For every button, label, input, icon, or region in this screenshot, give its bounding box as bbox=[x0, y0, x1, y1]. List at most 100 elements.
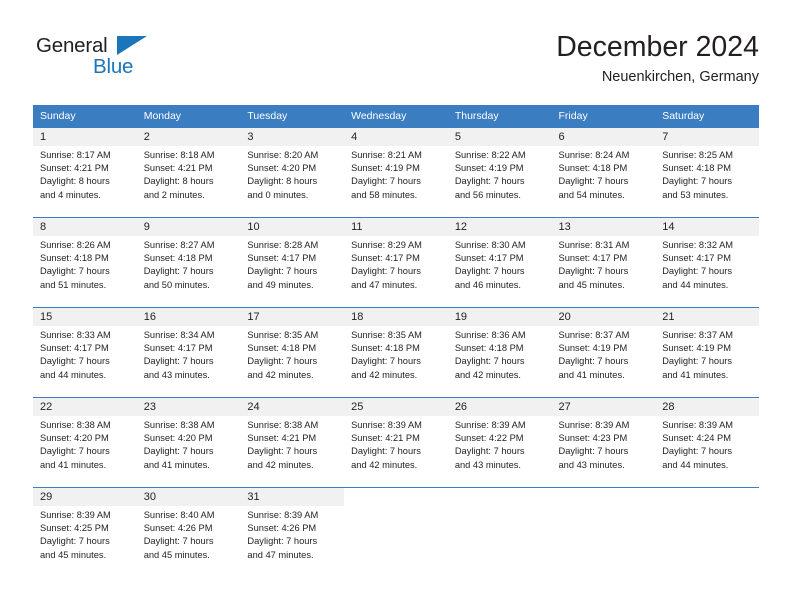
day-number: 25 bbox=[344, 398, 448, 416]
page-subtitle: Neuenkirchen, Germany bbox=[601, 69, 759, 85]
daylight-text-line2: and 0 minutes. bbox=[247, 189, 309, 200]
sunset-text: Sunset: 4:17 PM bbox=[558, 253, 628, 264]
calendar-week-row: 1 Sunrise: 8:17 AM Sunset: 4:21 PM Dayli… bbox=[33, 127, 759, 217]
daylight-text-line1: Daylight: 7 hours bbox=[558, 356, 629, 367]
calendar-day-cell-empty bbox=[655, 487, 759, 577]
calendar-day-cell[interactable]: 28 Sunrise: 8:39 AM Sunset: 4:24 PM Dayl… bbox=[655, 397, 759, 487]
sunrise-text: Sunrise: 8:26 AM bbox=[40, 240, 111, 250]
day-details: Sunrise: 8:31 AM Sunset: 4:17 PM Dayligh… bbox=[559, 236, 649, 292]
day-number: 17 bbox=[240, 308, 345, 326]
calendar-day-cell[interactable]: 26 Sunrise: 8:39 AM Sunset: 4:22 PM Dayl… bbox=[447, 397, 552, 487]
daylight-text-line1: Daylight: 7 hours bbox=[143, 446, 214, 457]
daylight-text-line1: Daylight: 7 hours bbox=[40, 536, 110, 547]
calendar-day-cell[interactable]: 18 Sunrise: 8:35 AM Sunset: 4:18 PM Dayl… bbox=[344, 307, 448, 397]
day-details: Sunrise: 8:25 AM Sunset: 4:18 PM Dayligh… bbox=[662, 146, 752, 202]
day-number: 14 bbox=[655, 218, 759, 236]
calendar-day-cell[interactable]: 31 Sunrise: 8:39 AM Sunset: 4:26 PM Dayl… bbox=[240, 487, 345, 577]
sunset-text: Sunset: 4:21 PM bbox=[40, 163, 109, 174]
sunset-text: Sunset: 4:23 PM bbox=[558, 433, 628, 444]
calendar-day-cell[interactable]: 3 Sunrise: 8:20 AM Sunset: 4:20 PM Dayli… bbox=[240, 127, 345, 217]
sunrise-text: Sunrise: 8:28 AM bbox=[247, 240, 319, 250]
calendar-day-cell[interactable]: 2 Sunrise: 8:18 AM Sunset: 4:21 PM Dayli… bbox=[136, 127, 241, 217]
weekday-header-friday: Friday bbox=[551, 105, 656, 127]
daylight-text-line1: Daylight: 7 hours bbox=[662, 266, 732, 277]
day-details: Sunrise: 8:35 AM Sunset: 4:18 PM Dayligh… bbox=[247, 326, 337, 382]
calendar-day-cell[interactable]: 30 Sunrise: 8:40 AM Sunset: 4:26 PM Dayl… bbox=[136, 487, 241, 577]
calendar-week-row: 29 Sunrise: 8:39 AM Sunset: 4:25 PM Dayl… bbox=[33, 487, 759, 577]
sunset-text: Sunset: 4:22 PM bbox=[454, 433, 524, 444]
calendar-week-row: 22 Sunrise: 8:38 AM Sunset: 4:20 PM Dayl… bbox=[33, 397, 759, 487]
calendar-day-cell[interactable]: 4 Sunrise: 8:21 AM Sunset: 4:19 PM Dayli… bbox=[344, 127, 448, 217]
day-details: Sunrise: 8:21 AM Sunset: 4:19 PM Dayligh… bbox=[351, 146, 441, 202]
calendar-day-cell[interactable]: 15 Sunrise: 8:33 AM Sunset: 4:17 PM Dayl… bbox=[33, 307, 137, 397]
calendar-day-cell[interactable]: 11 Sunrise: 8:29 AM Sunset: 4:17 PM Dayl… bbox=[344, 217, 448, 307]
calendar-day-cell[interactable]: 21 Sunrise: 8:37 AM Sunset: 4:19 PM Dayl… bbox=[655, 307, 759, 397]
sunrise-text: Sunrise: 8:39 AM bbox=[40, 510, 111, 520]
calendar-day-cell[interactable]: 24 Sunrise: 8:38 AM Sunset: 4:21 PM Dayl… bbox=[240, 397, 345, 487]
day-number: 19 bbox=[447, 308, 552, 326]
calendar-day-cell[interactable]: 6 Sunrise: 8:24 AM Sunset: 4:18 PM Dayli… bbox=[551, 127, 656, 217]
daylight-text-line2: and 2 minutes. bbox=[143, 189, 205, 200]
day-details: Sunrise: 8:36 AM Sunset: 4:18 PM Dayligh… bbox=[455, 326, 545, 382]
calendar-day-cell-empty bbox=[551, 487, 656, 577]
calendar-day-cell[interactable]: 14 Sunrise: 8:32 AM Sunset: 4:17 PM Dayl… bbox=[655, 217, 759, 307]
calendar-day-cell[interactable]: 19 Sunrise: 8:36 AM Sunset: 4:18 PM Dayl… bbox=[447, 307, 552, 397]
day-number: 22 bbox=[33, 398, 137, 416]
day-details: Sunrise: 8:26 AM Sunset: 4:18 PM Dayligh… bbox=[40, 236, 130, 292]
daylight-text-line1: Daylight: 7 hours bbox=[454, 266, 525, 277]
sunset-text: Sunset: 4:19 PM bbox=[662, 343, 731, 354]
sunrise-text: Sunrise: 8:25 AM bbox=[662, 150, 734, 160]
day-number: 6 bbox=[551, 128, 656, 146]
sunset-text: Sunset: 4:21 PM bbox=[351, 433, 420, 444]
day-number: 12 bbox=[447, 218, 552, 236]
daylight-text-line2: and 50 minutes. bbox=[143, 279, 210, 290]
sunset-text: Sunset: 4:25 PM bbox=[40, 523, 109, 534]
calendar-day-cell[interactable]: 25 Sunrise: 8:39 AM Sunset: 4:21 PM Dayl… bbox=[344, 397, 448, 487]
sunrise-text: Sunrise: 8:38 AM bbox=[40, 420, 111, 430]
sunset-text: Sunset: 4:18 PM bbox=[662, 163, 731, 174]
day-number: 13 bbox=[551, 218, 656, 236]
daylight-text-line1: Daylight: 7 hours bbox=[351, 356, 421, 367]
daylight-text-line1: Daylight: 7 hours bbox=[662, 446, 732, 457]
daylight-text-line2: and 42 minutes. bbox=[351, 459, 418, 470]
sunset-text: Sunset: 4:20 PM bbox=[143, 433, 213, 444]
sunrise-text: Sunrise: 8:35 AM bbox=[247, 330, 319, 340]
calendar-day-cell[interactable]: 7 Sunrise: 8:25 AM Sunset: 4:18 PM Dayli… bbox=[655, 127, 759, 217]
daylight-text-line2: and 49 minutes. bbox=[247, 279, 314, 290]
calendar-day-cell[interactable]: 12 Sunrise: 8:30 AM Sunset: 4:17 PM Dayl… bbox=[447, 217, 552, 307]
day-number: 21 bbox=[655, 308, 759, 326]
calendar-day-cell[interactable]: 10 Sunrise: 8:28 AM Sunset: 4:17 PM Dayl… bbox=[240, 217, 345, 307]
daylight-text-line2: and 41 minutes. bbox=[558, 369, 625, 380]
day-number: 8 bbox=[33, 218, 137, 236]
calendar-day-cell[interactable]: 5 Sunrise: 8:22 AM Sunset: 4:19 PM Dayli… bbox=[447, 127, 552, 217]
daylight-text-line1: Daylight: 7 hours bbox=[351, 176, 421, 187]
daylight-text-line2: and 42 minutes. bbox=[247, 369, 314, 380]
daylight-text-line1: Daylight: 7 hours bbox=[143, 266, 214, 277]
calendar-header-row: Sunday Monday Tuesday Wednesday Thursday… bbox=[33, 105, 759, 127]
calendar-day-cell[interactable]: 1 Sunrise: 8:17 AM Sunset: 4:21 PM Dayli… bbox=[33, 127, 137, 217]
daylight-text-line1: Daylight: 7 hours bbox=[247, 446, 318, 457]
daylight-text-line1: Daylight: 7 hours bbox=[40, 356, 110, 367]
calendar-day-cell[interactable]: 8 Sunrise: 8:26 AM Sunset: 4:18 PM Dayli… bbox=[33, 217, 137, 307]
sunrise-text: Sunrise: 8:37 AM bbox=[662, 330, 734, 340]
calendar-day-cell[interactable]: 17 Sunrise: 8:35 AM Sunset: 4:18 PM Dayl… bbox=[240, 307, 345, 397]
logo-text-blue: Blue bbox=[93, 55, 134, 78]
sunrise-text: Sunrise: 8:39 AM bbox=[351, 420, 422, 430]
calendar-day-cell[interactable]: 29 Sunrise: 8:39 AM Sunset: 4:25 PM Dayl… bbox=[33, 487, 137, 577]
sunrise-text: Sunrise: 8:32 AM bbox=[662, 240, 734, 250]
sunset-text: Sunset: 4:19 PM bbox=[351, 163, 420, 174]
calendar-day-cell[interactable]: 27 Sunrise: 8:39 AM Sunset: 4:23 PM Dayl… bbox=[551, 397, 656, 487]
sunset-text: Sunset: 4:26 PM bbox=[247, 523, 317, 534]
calendar-day-cell[interactable]: 23 Sunrise: 8:38 AM Sunset: 4:20 PM Dayl… bbox=[136, 397, 241, 487]
calendar-day-cell[interactable]: 16 Sunrise: 8:34 AM Sunset: 4:17 PM Dayl… bbox=[136, 307, 241, 397]
calendar-day-cell[interactable]: 13 Sunrise: 8:31 AM Sunset: 4:17 PM Dayl… bbox=[551, 217, 656, 307]
calendar-day-cell[interactable]: 22 Sunrise: 8:38 AM Sunset: 4:20 PM Dayl… bbox=[33, 397, 137, 487]
calendar-day-cell[interactable]: 9 Sunrise: 8:27 AM Sunset: 4:18 PM Dayli… bbox=[136, 217, 241, 307]
sunset-text: Sunset: 4:18 PM bbox=[558, 163, 628, 174]
calendar-day-cell[interactable]: 20 Sunrise: 8:37 AM Sunset: 4:19 PM Dayl… bbox=[551, 307, 656, 397]
day-number: 28 bbox=[655, 398, 759, 416]
daylight-text-line2: and 45 minutes. bbox=[40, 549, 107, 560]
general-blue-logo[interactable]: General Blue bbox=[33, 34, 213, 94]
day-number: 2 bbox=[136, 128, 241, 146]
sunset-text: Sunset: 4:17 PM bbox=[662, 253, 731, 264]
